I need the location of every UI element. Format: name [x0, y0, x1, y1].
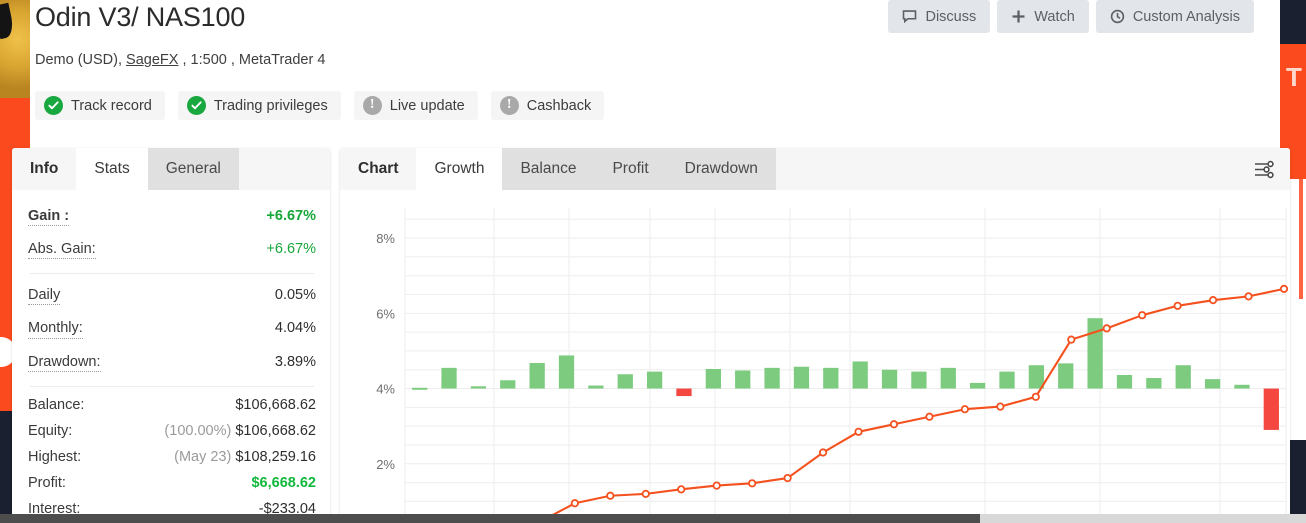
status-badge[interactable]: ! Cashback	[491, 91, 604, 120]
stat-row-equity: Equity: (100.00%) $106,668.62	[28, 418, 316, 444]
stat-value: $106,668.62	[235, 397, 316, 413]
stat-label: Equity:	[28, 422, 72, 440]
tab-balance[interactable]: Balance	[502, 148, 594, 190]
stat-row-gain: Gain : +6.67%	[28, 200, 316, 233]
broker-link[interactable]: SageFX	[126, 52, 178, 68]
growth-chart-plot[interactable]: 2% 4% 6% 8%	[340, 190, 1290, 523]
exclamation-circle-icon: !	[363, 96, 382, 115]
status-badge-label: Live update	[390, 98, 465, 114]
stat-label: Gain :	[28, 207, 69, 226]
tab-stats[interactable]: Stats	[76, 148, 147, 190]
stat-label: Drawdown:	[28, 353, 101, 372]
stat-value: +6.67%	[266, 241, 316, 257]
comment-icon	[902, 9, 917, 24]
stat-label: Abs. Gain:	[28, 240, 96, 259]
sliders-icon	[1251, 156, 1278, 183]
tab-drawdown[interactable]: Drawdown	[667, 148, 776, 190]
stat-value-prefix: (May 23)	[174, 449, 231, 465]
divider	[30, 273, 314, 274]
stat-value: $6,668.62	[251, 475, 316, 491]
status-badge-label: Trading privileges	[214, 98, 328, 114]
stat-row-drawdown: Drawdown: 3.89%	[28, 346, 316, 379]
subtitle-meta: , 1:500 , MetaTrader 4	[178, 52, 325, 68]
horizontal-scrollbar-track[interactable]	[0, 514, 1306, 523]
tab-growth[interactable]: Growth	[416, 148, 502, 190]
custom-analysis-button-label: Custom Analysis	[1133, 9, 1240, 25]
broker-logo-image	[0, 0, 30, 98]
stat-value-amount: $106,668.62	[235, 423, 316, 439]
stat-row-highest: Highest: (May 23) $108,259.16	[28, 444, 316, 470]
right-banner-text: T	[1286, 62, 1301, 92]
right-accent-line	[1299, 179, 1303, 299]
stat-value: 4.04%	[275, 320, 316, 336]
stat-label: Balance:	[28, 396, 84, 414]
tab-general[interactable]: General	[148, 148, 239, 190]
clock-icon	[1110, 9, 1125, 24]
chart-card-tabs: Chart Growth Balance Profit Drawdown	[340, 148, 1290, 190]
app-window: T Odin V3/ NAS100 Demo (USD), SageFX , 1…	[0, 0, 1306, 523]
status-badge[interactable]: ! Live update	[354, 91, 478, 120]
stat-row-daily: Daily 0.05%	[28, 279, 316, 312]
tab-chart[interactable]: Chart	[340, 148, 416, 190]
horizontal-scrollbar-thumb[interactable]	[980, 514, 1306, 523]
divider	[30, 386, 314, 387]
chart-canvas: 2% 4% 6% 8%	[340, 190, 1290, 523]
stat-value: +6.67%	[266, 208, 316, 224]
stats-list: Gain : +6.67% Abs. Gain: +6.67% Daily 0.…	[12, 190, 330, 523]
stat-row-abs-gain: Abs. Gain: +6.67%	[28, 233, 316, 266]
stat-row-monthly: Monthly: 4.04%	[28, 312, 316, 345]
stat-value-prefix: (100.00%)	[164, 423, 231, 439]
status-badge-label: Cashback	[527, 98, 591, 114]
header-actions: Discuss Watch Custom Analysis	[888, 0, 1254, 33]
stat-value: (May 23) $108,259.16	[174, 449, 316, 465]
page-title: Odin V3/ NAS100	[35, 2, 245, 33]
status-badge-label: Track record	[71, 98, 152, 114]
stat-label: Monthly:	[28, 319, 83, 338]
page-header: Odin V3/ NAS100 Demo (USD), SageFX , 1:5…	[30, 0, 1280, 140]
right-dark-band	[1280, 0, 1306, 44]
stat-row-balance: Balance: $106,668.62	[28, 392, 316, 418]
tab-info[interactable]: Info	[12, 148, 76, 190]
chart-settings-button[interactable]	[1251, 156, 1278, 183]
svg-text:4%: 4%	[376, 382, 395, 397]
stat-label: Highest:	[28, 448, 81, 466]
stat-label: Profit:	[28, 474, 66, 492]
info-card-tabs: Info Stats General	[12, 148, 330, 190]
watch-button-label: Watch	[1034, 9, 1075, 25]
check-circle-icon	[44, 96, 63, 115]
stat-row-profit: Profit: $6,668.62	[28, 470, 316, 496]
svg-text:8%: 8%	[376, 231, 395, 246]
account-stats-card: Info Stats General Gain : +6.67% Abs. Ga…	[12, 148, 330, 523]
tab-profit[interactable]: Profit	[594, 148, 666, 190]
chart-card: Chart Growth Balance Profit Drawdown	[340, 148, 1290, 523]
account-subtitle: Demo (USD), SageFX , 1:500 , MetaTrader …	[35, 52, 325, 68]
svg-text:6%: 6%	[376, 306, 395, 321]
stat-value-amount: $108,259.16	[235, 449, 316, 465]
stat-label: Daily	[28, 286, 60, 305]
svg-text:2%: 2%	[376, 457, 395, 472]
check-circle-icon	[187, 96, 206, 115]
exclamation-circle-icon: !	[500, 96, 519, 115]
status-badge[interactable]: Track record	[35, 91, 165, 120]
watch-button[interactable]: Watch	[997, 0, 1089, 33]
discuss-button-label: Discuss	[925, 9, 976, 25]
subtitle-type: Demo (USD),	[35, 52, 126, 68]
status-badge[interactable]: Trading privileges	[178, 91, 341, 120]
discuss-button[interactable]: Discuss	[888, 0, 990, 33]
status-badges: Track record Trading privileges ! Live u…	[35, 91, 604, 120]
stat-value: (100.00%) $106,668.62	[164, 423, 316, 439]
plus-icon	[1011, 9, 1026, 24]
stat-value: 0.05%	[275, 287, 316, 303]
stat-value: 3.89%	[275, 354, 316, 370]
custom-analysis-button[interactable]: Custom Analysis	[1096, 0, 1254, 33]
